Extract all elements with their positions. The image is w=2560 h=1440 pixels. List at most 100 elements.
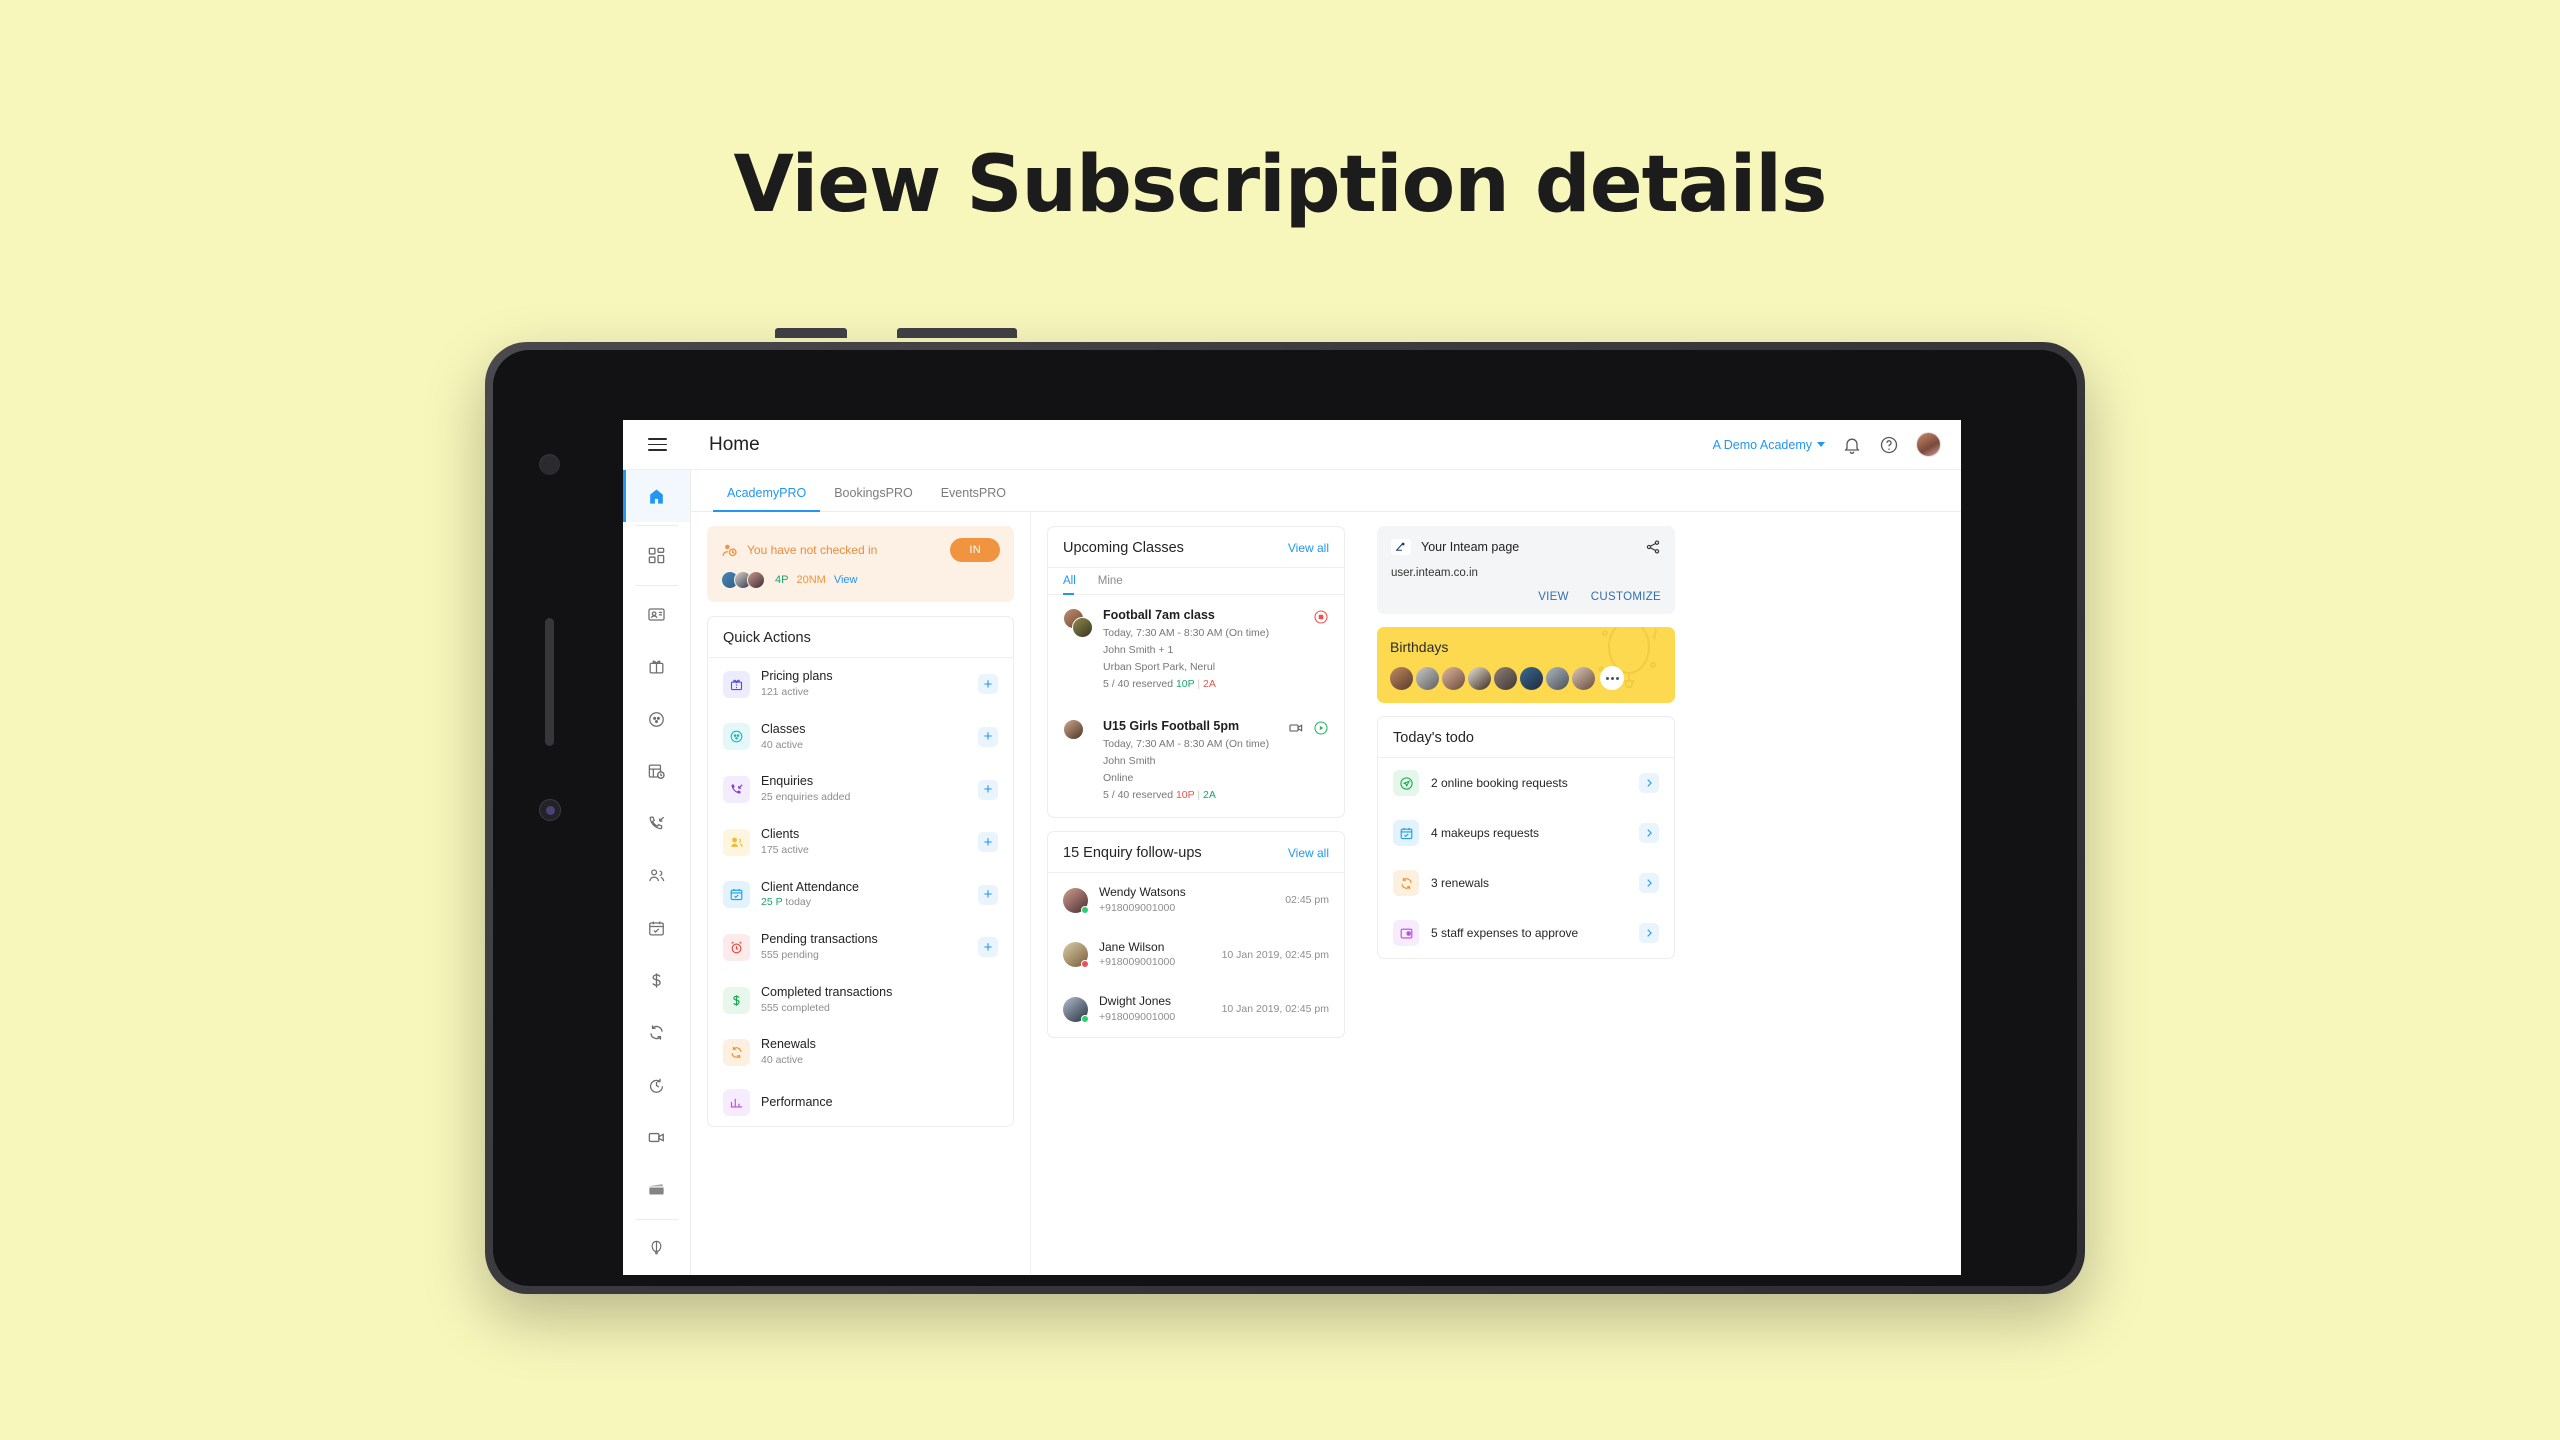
tab-eventspro[interactable]: EventsPRO [927,486,1020,511]
play-icon[interactable] [1313,720,1329,736]
dollar-icon [723,986,750,1014]
tab-mine[interactable]: Mine [1098,568,1127,594]
todo-row[interactable]: 4 makeups requests [1378,808,1674,858]
sidebar-item-enquiries[interactable] [623,798,690,850]
menu-button[interactable] [623,420,691,470]
todo-row[interactable]: 5 staff expenses to approve [1378,908,1674,958]
sidebar-item-home[interactable] [623,470,690,523]
quick-action-name: Client Attendance [761,879,859,894]
checkin-view-link[interactable]: View [834,574,858,586]
chevron-right-icon[interactable] [1639,823,1659,843]
quick-action-row[interactable]: Classes 40 active + [708,711,1013,764]
class-reserved: 5 / 40 reserved 10P | 2A [1103,789,1216,801]
inteam-view-button[interactable]: VIEW [1538,591,1569,603]
enquiry-time: 10 Jan 2019, 02:45 pm [1221,1003,1329,1016]
add-button[interactable]: + [978,674,998,695]
quick-action-row[interactable]: Completed transactions 555 completed [708,974,1013,1027]
header-page-title: Home [709,433,760,455]
tab-bookingspro[interactable]: BookingsPRO [820,486,927,511]
help-circle-icon[interactable] [1879,435,1899,455]
calendar-check-icon [1393,820,1419,846]
avatar[interactable] [1390,666,1413,690]
tab-academypro[interactable]: AcademyPRO [713,486,821,512]
class-icon [723,723,750,751]
video-icon[interactable] [1288,720,1304,736]
sidebar-item-classes[interactable] [623,693,690,745]
quick-action-name: Enquiries [761,774,814,789]
avatar[interactable] [1416,666,1439,690]
enquiry-phone: +918009001000 [1099,1010,1176,1023]
add-button[interactable]: + [978,937,998,958]
more-dots-icon[interactable] [1600,666,1624,690]
avatar[interactable] [1572,666,1595,690]
avatar[interactable] [1494,666,1517,690]
class-absent: 2A [1203,678,1216,690]
avatar[interactable] [1546,666,1569,690]
tab-all[interactable]: All [1063,568,1080,595]
quick-action-sub: 121 active [761,685,809,698]
add-button[interactable]: + [978,779,998,800]
quick-action-name: Clients [761,826,800,841]
todays-todo-title: Today's todo [1393,730,1474,746]
view-all-link[interactable]: View all [1288,846,1329,860]
avatar[interactable] [1468,666,1491,690]
renew-icon [1393,870,1419,896]
quick-action-row[interactable]: Pending transactions 555 pending + [708,921,1013,974]
avatar[interactable] [1442,666,1465,690]
avatar[interactable] [1916,432,1941,457]
sidebar-item-payments[interactable] [623,954,690,1006]
hamburger-icon [647,435,667,454]
phone-incoming-icon [723,776,750,804]
enquiry-row[interactable]: Wendy Watsons +918009001000 02:45 pm [1048,873,1344,928]
enquiry-followups-card: 15 Enquiry follow-ups View all Wendy Wat… [1047,831,1345,1038]
chevron-right-icon[interactable] [1639,873,1659,893]
checkin-in-button[interactable]: IN [950,538,1000,562]
class-location: Urban Sport Park, Nerul [1103,661,1216,673]
inteam-customize-button[interactable]: CUSTOMIZE [1591,591,1661,603]
alarm-icon [723,933,750,961]
share-icon[interactable] [1645,539,1661,555]
class-absent: 2A [1203,789,1216,801]
avatar[interactable] [1520,666,1543,690]
quick-action-row[interactable]: Performance [708,1079,1013,1126]
bell-icon[interactable] [1842,435,1862,455]
camera-icon [539,454,560,475]
sidebar-item-clients[interactable] [623,850,690,902]
class-row[interactable]: U15 Girls Football 5pm Today, 7:30 AM - … [1048,706,1344,817]
avatar [1063,996,1089,1023]
view-all-link[interactable]: View all [1288,541,1329,555]
home-sensor-icon [539,799,561,821]
enquiry-row[interactable]: Dwight Jones +918009001000 10 Jan 2019, … [1048,982,1344,1037]
quick-action-row[interactable]: Enquiries 25 enquiries added + [708,763,1013,816]
sidebar-item-attendance[interactable] [623,902,690,954]
app-screen: Home A Demo Academy AcademyPRO BookingsP… [623,420,1961,1275]
sidebar-item-id-card[interactable] [623,589,690,641]
add-button[interactable]: + [978,726,998,747]
sidebar-item-dashboard[interactable] [623,529,690,581]
academy-selector[interactable]: A Demo Academy [1713,438,1825,452]
sidebar-item-timer[interactable] [623,1059,690,1111]
quick-action-row[interactable]: Renewals 40 active [708,1026,1013,1079]
sidebar-item-video[interactable] [623,1111,690,1163]
quick-action-row[interactable]: Pricing plans 121 active + [708,658,1013,711]
quick-actions-header: Quick Actions [708,617,1013,658]
sidebar-item-gift[interactable] [623,641,690,693]
todo-row[interactable]: 3 renewals [1378,858,1674,908]
sidebar-item-schedule[interactable] [623,745,690,797]
add-button[interactable]: + [978,832,998,853]
sidebar-item-renewals[interactable] [623,1007,690,1059]
todo-row[interactable]: 2 online booking requests [1378,758,1674,808]
enquiry-row[interactable]: Jane Wilson +918009001000 10 Jan 2019, 0… [1048,928,1344,983]
chevron-right-icon[interactable] [1639,773,1659,793]
attendance-sub: today [782,896,812,909]
add-button[interactable]: + [978,884,998,905]
quick-action-row[interactable]: Clients 175 active + [708,816,1013,869]
class-row[interactable]: Football 7am class Today, 7:30 AM - 8:30… [1048,595,1344,706]
sidebar-item-balloon[interactable] [623,1223,690,1275]
status-badge [1081,905,1089,914]
quick-action-sub: 555 pending [761,949,819,961]
chevron-right-icon[interactable] [1639,923,1659,943]
quick-action-row[interactable]: Client Attendance 25 P today + [708,869,1013,922]
stop-record-icon[interactable] [1313,609,1329,625]
sidebar-item-card[interactable] [623,1163,690,1215]
